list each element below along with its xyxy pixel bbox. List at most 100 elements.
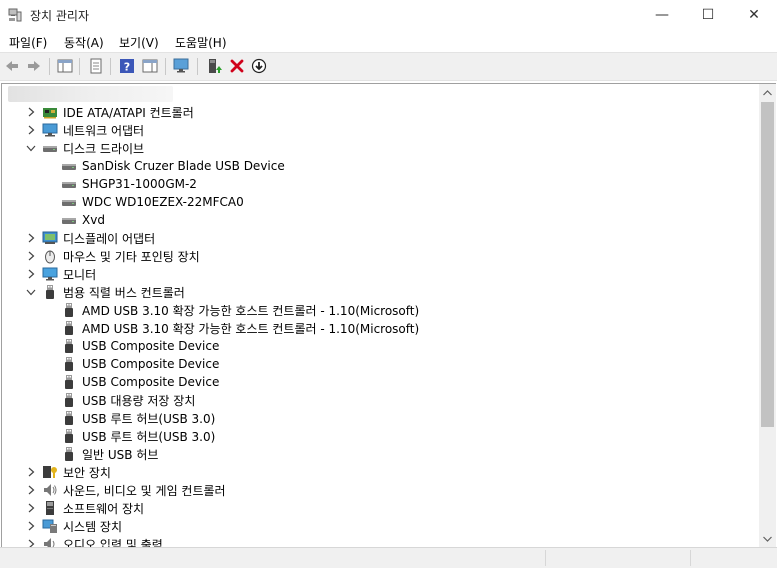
tree-device[interactable]: USB Composite Device <box>61 355 219 373</box>
expand-chevron-icon[interactable] <box>26 499 36 517</box>
properties-button[interactable] <box>87 57 105 75</box>
tree-device[interactable]: 일반 USB 허브 <box>61 445 158 463</box>
expand-chevron-icon[interactable] <box>26 247 36 265</box>
usb-icon <box>61 410 77 426</box>
close-button[interactable]: ✕ <box>731 0 777 30</box>
expand-chevron-icon[interactable] <box>26 229 36 247</box>
tree-device[interactable]: USB Composite Device <box>61 373 219 391</box>
sound-icon <box>42 482 58 498</box>
minimize-button[interactable]: — <box>639 0 685 30</box>
tree-device[interactable]: USB Composite Device <box>61 337 219 355</box>
window-title: 장치 관리자 <box>30 9 90 23</box>
device-tree[interactable]: IDE ATA/ATAPI 컨트롤러네트워크 어댑터 디스크 드라이브 SanDis… <box>1 83 760 547</box>
expand-chevron-icon[interactable] <box>26 265 36 283</box>
tree-item-label: 일반 USB 허브 <box>82 447 159 462</box>
tree-item-label: USB 루트 허브(USB 3.0) <box>82 429 216 444</box>
tree-category[interactable]: 마우스 및 기타 포인팅 장치 <box>42 247 200 265</box>
tree-item-label: 소프트웨어 장치 <box>63 501 145 516</box>
menu-help[interactable]: 도움말(H) <box>175 34 227 51</box>
tree-category[interactable]: 소프트웨어 장치 <box>42 499 144 517</box>
tree-category[interactable]: 모니터 <box>42 265 96 283</box>
usb-icon <box>61 320 77 336</box>
collapse-chevron-icon[interactable] <box>26 283 36 301</box>
help-icon: ? <box>120 59 134 74</box>
tree-device[interactable]: SHGP31-1000GM-2 <box>61 175 197 193</box>
menu-view[interactable]: 보기(V) <box>119 34 159 51</box>
action-pane-button[interactable] <box>141 57 159 75</box>
menu-file[interactable]: 파일(F) <box>9 34 47 51</box>
expand-chevron-icon[interactable] <box>26 517 36 535</box>
tree-device[interactable]: USB 대용량 저장 장치 <box>61 391 195 409</box>
tree-device[interactable]: Xvd <box>61 211 105 229</box>
tree-device[interactable]: USB 루트 허브(USB 3.0) <box>61 409 215 427</box>
tree-category[interactable]: 범용 직렬 버스 컨트롤러 <box>42 283 185 301</box>
toolbar-separator <box>49 58 50 75</box>
tree-item-label: USB Composite Device <box>82 357 220 371</box>
tree-category[interactable]: 보안 장치 <box>42 463 111 481</box>
usb-icon <box>61 338 77 354</box>
action-pane-icon <box>142 59 158 73</box>
uninstall-device-button[interactable] <box>228 57 246 75</box>
tree-device[interactable]: AMD USB 3.10 확장 가능한 호스트 컨트롤러 - 1.10(Micr… <box>61 319 419 337</box>
help-button[interactable]: ? <box>118 57 136 75</box>
expand-chevron-icon[interactable] <box>26 535 36 547</box>
tree-category[interactable]: 사운드, 비디오 및 게임 컨트롤러 <box>42 481 226 499</box>
usb-icon <box>61 428 77 444</box>
tree-item-label: IDE ATA/ATAPI 컨트롤러 <box>63 105 194 120</box>
tree-item-label: 사운드, 비디오 및 게임 컨트롤러 <box>63 483 226 498</box>
scan-hardware-changes-button[interactable] <box>173 57 191 75</box>
scroll-up-button[interactable] <box>759 84 776 101</box>
vertical-scrollbar[interactable] <box>759 83 776 547</box>
scroll-down-button[interactable] <box>759 530 776 547</box>
properties-icon <box>90 58 102 74</box>
title-bar: 장치 관리자 — ☐ ✕ <box>0 0 777 30</box>
back-button[interactable] <box>3 57 21 75</box>
disable-device-button[interactable] <box>250 57 268 75</box>
tree-category[interactable]: 시스템 장치 <box>42 517 122 535</box>
tree-device[interactable]: SanDisk Cruzer Blade USB Device <box>61 157 285 175</box>
tree-item-label: USB Composite Device <box>82 339 220 353</box>
show-hide-console-tree-button[interactable] <box>56 57 74 75</box>
security-device-icon <box>42 464 58 480</box>
monitor-icon <box>42 266 58 282</box>
tree-category[interactable]: 네트워크 어댑터 <box>42 121 144 139</box>
menu-bar: 파일(F) 동작(A) 보기(V) 도움말(H) <box>0 30 777 52</box>
toolbar-separator <box>79 58 80 75</box>
tree-item-label: 네트워크 어댑터 <box>63 123 145 138</box>
svg-text:?: ? <box>124 61 130 74</box>
tree-device[interactable]: AMD USB 3.10 확장 가능한 호스트 컨트롤러 - 1.10(Micr… <box>61 301 419 319</box>
tree-item-label: 범용 직렬 버스 컨트롤러 <box>63 285 185 300</box>
tree-category[interactable]: IDE ATA/ATAPI 컨트롤러 <box>42 103 194 121</box>
tree-device[interactable]: WDC WD10EZEX-22MFCA0 <box>61 193 244 211</box>
tree-item-label: Xvd <box>82 213 105 227</box>
tree-category[interactable]: 디스크 드라이브 <box>42 139 144 157</box>
scroll-thumb[interactable] <box>761 102 774 427</box>
tree-item-label: 오디오 입력 및 출력 <box>63 537 163 548</box>
expand-chevron-icon[interactable] <box>26 481 36 499</box>
collapse-chevron-icon[interactable] <box>26 139 36 157</box>
close-icon: ✕ <box>748 7 760 23</box>
computer-name-blurred <box>8 86 173 102</box>
tree-item-label: 시스템 장치 <box>63 519 123 534</box>
scan-hardware-changes-icon <box>173 58 189 73</box>
expand-chevron-icon[interactable] <box>26 121 36 139</box>
disk-drive-icon <box>61 158 77 174</box>
system-device-icon <box>42 518 58 534</box>
minimize-icon: — <box>655 7 669 23</box>
disable-device-icon <box>251 58 267 74</box>
tree-device[interactable]: USB 루트 허브(USB 3.0) <box>61 427 215 445</box>
tree-item-label: 모니터 <box>63 267 97 282</box>
tree-item-label: AMD USB 3.10 확장 가능한 호스트 컨트롤러 - 1.10(Micr… <box>82 321 420 336</box>
disk-drive-icon <box>61 212 77 228</box>
forward-button[interactable] <box>25 57 43 75</box>
tree-item-label: SanDisk Cruzer Blade USB Device <box>82 159 285 173</box>
status-bar <box>0 547 777 568</box>
expand-chevron-icon[interactable] <box>26 103 36 121</box>
disk-drive-icon <box>61 194 77 210</box>
tree-category[interactable]: 디스플레이 어댑터 <box>42 229 155 247</box>
maximize-button[interactable]: ☐ <box>685 0 731 30</box>
tree-category[interactable]: 오디오 입력 및 출력 <box>42 535 163 547</box>
menu-action[interactable]: 동작(A) <box>64 34 104 51</box>
update-driver-button[interactable] <box>205 57 223 75</box>
expand-chevron-icon[interactable] <box>26 463 36 481</box>
